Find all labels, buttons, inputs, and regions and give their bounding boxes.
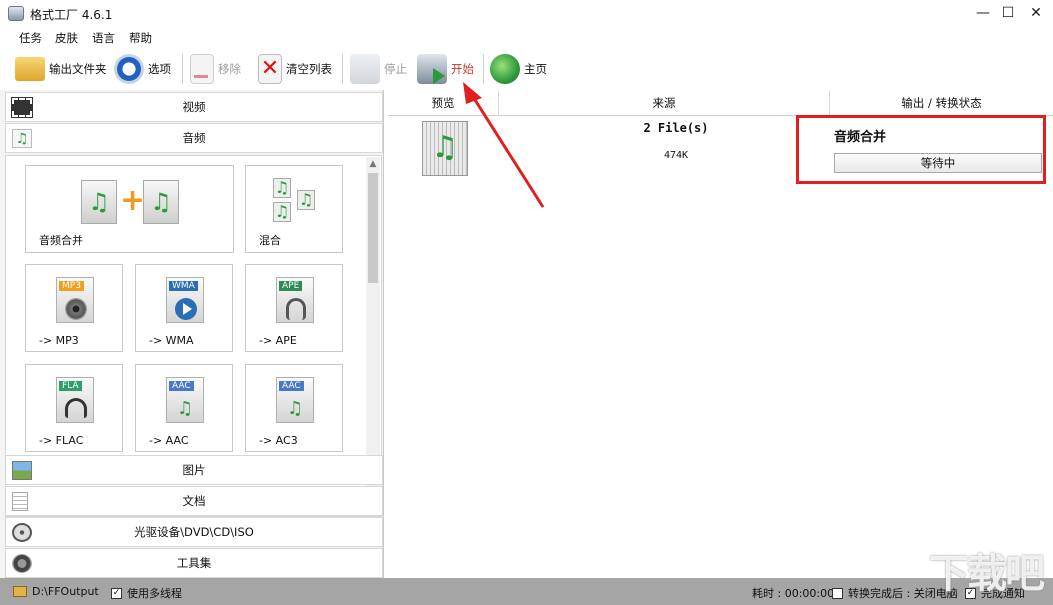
clear-list-label: 清空列表 bbox=[286, 62, 332, 76]
menu-language[interactable]: 语言 bbox=[92, 30, 115, 46]
tile-mp3[interactable]: MP3 -> MP3 bbox=[25, 264, 123, 352]
menu-bar: 任务 皮肤 语言 帮助 bbox=[0, 27, 1053, 47]
stop-button[interactable]: 停止 bbox=[350, 52, 407, 86]
checkbox-checked-icon: ✓ bbox=[111, 587, 122, 599]
menu-task[interactable]: 任务 bbox=[19, 30, 42, 46]
mp3-icon: MP3 bbox=[56, 277, 94, 323]
status-bar: D:\FFOutput ✓ 使用多线程 耗时 : 00:00:00 转换完成后 … bbox=[0, 578, 1053, 605]
options-label: 选项 bbox=[148, 62, 171, 76]
category-optical[interactable]: 光驱设备\DVD\CD\ISO bbox=[5, 517, 383, 547]
tile-audio-mix[interactable]: ♫ ♫ ♫ 混合 bbox=[245, 165, 343, 253]
tile-audio-merge[interactable]: ♫ + ♫ 音频合并 bbox=[25, 165, 234, 253]
audio-merge-icon: ♫ + ♫ bbox=[81, 180, 179, 224]
annotation-highlight-box bbox=[796, 115, 1046, 184]
globe-icon bbox=[490, 54, 520, 84]
close-button[interactable]: ✕ bbox=[1022, 0, 1050, 27]
tile-label: -> APE bbox=[259, 334, 297, 347]
tile-label: -> MP3 bbox=[39, 334, 79, 347]
minimize-button[interactable]: — bbox=[969, 0, 997, 27]
stop-icon bbox=[350, 54, 380, 84]
gear-icon bbox=[114, 54, 144, 84]
app-icon bbox=[8, 6, 24, 21]
optical-drive-icon bbox=[12, 523, 32, 542]
output-folder-button[interactable]: 输出文件夹 bbox=[15, 52, 107, 86]
document-icon bbox=[12, 492, 28, 511]
elapsed-time: 耗时 : 00:00:00 bbox=[752, 587, 835, 600]
start-label: 开始 bbox=[451, 62, 474, 76]
wma-icon: WMA bbox=[166, 277, 204, 323]
clear-list-icon: ✕ bbox=[258, 54, 282, 84]
title-bar: 格式工厂 4.6.1 — ☐ ✕ bbox=[0, 0, 1053, 27]
menu-skin[interactable]: 皮肤 bbox=[55, 30, 78, 46]
output-path-label: D:\FFOutput bbox=[32, 585, 99, 598]
toolbar: 输出文件夹 选项 移除 ✕ 清空列表 停止 开始 主页 bbox=[0, 48, 1053, 90]
watermark-logo: 下载吧 bbox=[929, 551, 1045, 597]
clear-list-button[interactable]: ✕ 清空列表 bbox=[258, 52, 332, 86]
category-document[interactable]: 文档 bbox=[5, 486, 383, 516]
category-audio[interactable]: ♫ 音频 bbox=[5, 123, 383, 153]
scroll-up-icon[interactable]: ▲ bbox=[366, 157, 380, 171]
multithread-checkbox[interactable]: ✓ 使用多线程 bbox=[111, 585, 182, 601]
scroll-thumb[interactable] bbox=[368, 173, 378, 283]
category-video-label: 视频 bbox=[182, 100, 206, 114]
picture-icon bbox=[12, 461, 32, 480]
category-picture-label: 图片 bbox=[182, 463, 206, 477]
home-button[interactable]: 主页 bbox=[490, 52, 547, 86]
tile-label: 音频合并 bbox=[39, 234, 83, 247]
tile-label: -> FLAC bbox=[39, 434, 84, 447]
category-picture[interactable]: 图片 bbox=[5, 455, 383, 485]
tile-label: -> AAC bbox=[149, 434, 189, 447]
tile-aac[interactable]: AAC ♫ -> AAC bbox=[135, 364, 233, 452]
column-output-status[interactable]: 输出 / 转换状态 bbox=[830, 91, 1053, 116]
tile-ac3[interactable]: AAC ♫ -> AC3 bbox=[245, 364, 343, 452]
film-icon bbox=[11, 97, 33, 118]
tile-ape[interactable]: APE -> APE bbox=[245, 264, 343, 352]
remove-button[interactable]: 移除 bbox=[190, 52, 241, 86]
tile-label: -> AC3 bbox=[259, 434, 298, 447]
column-source[interactable]: 来源 bbox=[499, 91, 830, 116]
folder-icon bbox=[15, 57, 45, 81]
tile-flac[interactable]: FLA -> FLAC bbox=[25, 364, 123, 452]
remove-icon bbox=[190, 54, 214, 84]
ac3-icon: AAC ♫ bbox=[276, 377, 314, 423]
folder-icon bbox=[13, 586, 27, 597]
menu-help[interactable]: 帮助 bbox=[129, 30, 152, 46]
window-title: 格式工厂 4.6.1 bbox=[30, 8, 113, 22]
category-optical-label: 光驱设备\DVD\CD\ISO bbox=[134, 525, 254, 539]
tile-label: -> WMA bbox=[149, 334, 194, 347]
toolbar-separator bbox=[483, 54, 484, 84]
tile-label: 混合 bbox=[259, 234, 281, 247]
category-document-label: 文档 bbox=[182, 494, 206, 508]
output-path[interactable]: D:\FFOutput bbox=[13, 585, 99, 598]
aac-icon: AAC ♫ bbox=[166, 377, 204, 423]
audio-file-icon: ♫ bbox=[422, 121, 468, 176]
start-icon bbox=[417, 54, 447, 84]
stop-label: 停止 bbox=[384, 62, 407, 76]
maximize-button[interactable]: ☐ bbox=[994, 0, 1022, 27]
start-button[interactable]: 开始 bbox=[417, 52, 474, 86]
music-note-icon: ♫ bbox=[12, 129, 32, 148]
category-panel: 视频 ♫ 音频 ♫ + ♫ 音频合并 ♫ ♫ ♫ 混合 MP3 -> MP3 W… bbox=[0, 90, 384, 578]
home-label: 主页 bbox=[524, 62, 547, 76]
toolbar-separator bbox=[342, 54, 343, 84]
checkbox-unchecked-icon bbox=[832, 587, 843, 599]
category-tools-label: 工具集 bbox=[176, 556, 212, 570]
options-button[interactable]: 选项 bbox=[114, 52, 171, 86]
multithread-label: 使用多线程 bbox=[127, 587, 182, 600]
category-audio-label: 音频 bbox=[182, 131, 206, 145]
task-source-size: 474K bbox=[663, 150, 689, 161]
task-source-files: 2 File(s) bbox=[643, 121, 709, 135]
output-folder-label: 输出文件夹 bbox=[49, 62, 107, 76]
toolbar-separator bbox=[182, 54, 183, 84]
task-list: 预览 来源 输出 / 转换状态 ♫ 2 File(s) 474K 音频合并 等待… bbox=[388, 91, 1053, 578]
flac-icon: FLA bbox=[56, 377, 94, 423]
column-preview[interactable]: 预览 bbox=[388, 91, 499, 116]
ape-icon: APE bbox=[276, 277, 314, 323]
tile-wma[interactable]: WMA -> WMA bbox=[135, 264, 233, 352]
category-video[interactable]: 视频 bbox=[5, 92, 383, 122]
category-tools[interactable]: 工具集 bbox=[5, 548, 383, 578]
tools-icon bbox=[12, 554, 32, 573]
audio-mix-icon: ♫ ♫ ♫ bbox=[273, 178, 315, 222]
remove-label: 移除 bbox=[218, 62, 241, 76]
